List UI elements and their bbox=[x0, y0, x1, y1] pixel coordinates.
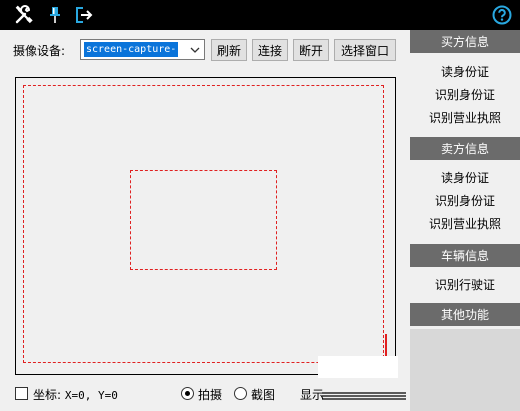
bottom-controls: 坐标: X=0, Y=0 拍摄 截图 显示 bbox=[0, 383, 410, 405]
seller-recognize-id-card[interactable]: 识别身份证 bbox=[410, 189, 520, 212]
pin-icon[interactable] bbox=[43, 3, 67, 27]
capture-mode-label: 拍摄 bbox=[198, 388, 223, 402]
device-select[interactable]: screen-capture- bbox=[80, 39, 205, 60]
device-row: 摄像设备: screen-capture- 刷新 连接 断开 选择窗口 bbox=[0, 38, 410, 62]
screenshot-mode-radio[interactable] bbox=[234, 387, 247, 400]
preview-overlay bbox=[318, 356, 398, 378]
display-label: 显示 bbox=[300, 388, 325, 402]
help-icon[interactable] bbox=[490, 3, 514, 27]
seller-read-id-card[interactable]: 读身份证 bbox=[410, 166, 520, 189]
refresh-button[interactable]: 刷新 bbox=[211, 39, 247, 61]
tools-icon[interactable] bbox=[12, 3, 36, 27]
section-vehicle-header[interactable]: 车辆信息 bbox=[410, 244, 520, 267]
chevron-down-icon bbox=[190, 47, 200, 53]
vehicle-recognize-license[interactable]: 识别行驶证 bbox=[410, 273, 520, 296]
section-other-header[interactable]: 其他功能 bbox=[410, 303, 520, 326]
seller-recognize-business-license[interactable]: 识别营业执照 bbox=[410, 212, 520, 235]
screenshot-mode-label: 截图 bbox=[251, 388, 276, 402]
exit-icon[interactable] bbox=[72, 3, 96, 27]
panel-empty-area bbox=[410, 329, 520, 411]
coord-readout: 坐标: X=0, Y=0 bbox=[33, 386, 118, 403]
buyer-recognize-id-card[interactable]: 识别身份证 bbox=[410, 83, 520, 106]
device-select-value: screen-capture- bbox=[84, 42, 179, 57]
device-label: 摄像设备: bbox=[13, 44, 66, 58]
coord-label: 坐标: bbox=[33, 388, 62, 402]
connect-button[interactable]: 连接 bbox=[252, 39, 288, 61]
capture-mode-radio[interactable] bbox=[181, 387, 194, 400]
capture-frame-inner[interactable] bbox=[130, 170, 277, 270]
right-panel: 买方信息 读身份证 识别身份证 识别营业执照 卖方信息 读身份证 识别身份证 识… bbox=[410, 30, 520, 411]
coord-value: X=0, Y=0 bbox=[64, 389, 118, 402]
top-toolbar bbox=[0, 0, 520, 30]
camera-preview[interactable] bbox=[15, 77, 398, 378]
disconnect-button[interactable]: 断开 bbox=[293, 39, 329, 61]
select-window-button[interactable]: 选择窗口 bbox=[334, 39, 396, 61]
section-seller-header[interactable]: 卖方信息 bbox=[410, 137, 520, 160]
coord-checkbox[interactable] bbox=[15, 387, 28, 400]
section-buyer-header[interactable]: 买方信息 bbox=[410, 30, 520, 53]
display-separator bbox=[322, 392, 406, 400]
buyer-read-id-card[interactable]: 读身份证 bbox=[410, 60, 520, 83]
buyer-recognize-business-license[interactable]: 识别营业执照 bbox=[410, 106, 520, 129]
